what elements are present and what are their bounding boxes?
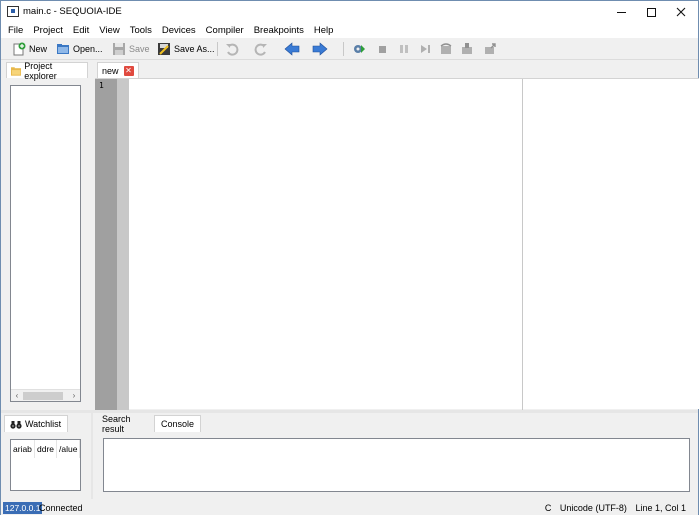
status-right-group: C Unicode (UTF-8) Line 1, Col 1 (539, 502, 686, 514)
toolbar: New Open... Save Save As... (1, 38, 698, 60)
console-output[interactable] (103, 438, 690, 492)
undo-button[interactable] (225, 41, 239, 57)
status-cursor-position: Line 1, Col 1 (635, 503, 686, 513)
title-bar: main.c - SEQUOIA-IDE (1, 1, 698, 23)
watchlist-header: ariab ddre /alue (11, 440, 80, 458)
step-into-icon (462, 43, 472, 54)
menu-project[interactable]: Project (29, 25, 67, 36)
line-number: 1 (99, 81, 104, 90)
tab-console[interactable]: Console (154, 415, 202, 432)
watchlist-table[interactable]: ariab ddre /alue (10, 439, 81, 491)
step-into-button[interactable] (460, 41, 474, 57)
toolbar-separator (343, 42, 344, 56)
status-ip-address: 127.0.0.1 (3, 502, 43, 514)
menu-file[interactable]: File (4, 25, 27, 36)
pause-button[interactable] (397, 41, 411, 57)
maximize-icon (646, 7, 656, 17)
back-button[interactable] (284, 41, 300, 57)
menu-view[interactable]: View (95, 25, 123, 36)
menu-tools[interactable]: Tools (126, 25, 156, 36)
step-over-icon (440, 43, 452, 54)
edge-marker (522, 79, 523, 410)
stop-button[interactable] (375, 41, 389, 57)
step-out-button[interactable] (483, 41, 497, 57)
watch-column-header[interactable]: ddre (35, 440, 57, 458)
watch-column-header[interactable]: ariab (11, 440, 35, 458)
maximize-button[interactable] (635, 1, 667, 23)
arrow-left-icon (284, 42, 300, 56)
step-icon (421, 45, 430, 53)
open-button[interactable]: Open... (56, 41, 103, 57)
build-button[interactable] (352, 41, 366, 57)
status-connection: Connected (39, 503, 83, 513)
new-label: New (29, 44, 48, 54)
scroll-left-icon[interactable]: ‹ (12, 391, 22, 401)
save-icon (113, 43, 125, 55)
ide-window: main.c - SEQUOIA-IDE File Project Edit V… (0, 0, 699, 515)
watchlist-label: Watchlist (25, 419, 62, 429)
project-tree[interactable]: ‹ › (10, 85, 81, 402)
pause-icon (400, 45, 408, 53)
step-out-icon (485, 43, 496, 54)
scroll-right-icon[interactable]: › (69, 391, 79, 401)
project-folder-icon (11, 66, 22, 76)
app-icon (7, 6, 19, 17)
menu-breakpoints[interactable]: Breakpoints (250, 25, 308, 36)
save-label: Save (129, 44, 150, 54)
horizontal-scrollbar[interactable]: ‹ › (11, 389, 80, 401)
menu-compiler[interactable]: Compiler (202, 25, 248, 36)
forward-button[interactable] (312, 41, 328, 57)
open-folder-icon (57, 44, 69, 54)
fold-margin (117, 79, 129, 410)
new-button[interactable]: New (12, 41, 47, 57)
project-explorer-label: Project explorer (24, 60, 57, 81)
status-language: C (544, 503, 552, 513)
close-icon (676, 7, 686, 17)
menu-help[interactable]: Help (310, 25, 338, 36)
build-icon (354, 45, 365, 53)
tab-search-result[interactable]: Search result (96, 414, 137, 434)
save-button[interactable]: Save (112, 41, 150, 57)
watch-column-header[interactable]: /alue (57, 440, 80, 458)
step-over-button[interactable] (439, 41, 453, 57)
line-number-gutter: 1 (95, 79, 117, 410)
close-tab-icon[interactable]: ✕ (123, 66, 134, 76)
code-editor[interactable]: 1 (95, 78, 699, 410)
save-as-label: Save As... (174, 44, 215, 54)
undo-icon (226, 43, 239, 56)
arrow-right-icon (312, 42, 328, 56)
save-as-button[interactable]: Save As... (157, 41, 215, 57)
tab-editor-new[interactable]: new ✕ (97, 62, 139, 79)
redo-icon (254, 43, 267, 56)
tab-watchlist[interactable]: Watchlist (4, 415, 69, 432)
status-encoding: Unicode (UTF-8) (559, 503, 627, 513)
editor-tab-label: new (102, 66, 119, 76)
redo-button[interactable] (254, 41, 268, 57)
project-explorer-tabbar: Project explorer (3, 60, 88, 81)
toolbar-separator (217, 42, 218, 56)
minimize-icon (616, 11, 626, 13)
open-label: Open... (73, 44, 103, 54)
menu-bar: File Project Edit View Tools Devices Com… (1, 23, 698, 38)
window-title: main.c - SEQUOIA-IDE (23, 6, 122, 17)
minimize-button[interactable] (605, 1, 637, 23)
menu-devices[interactable]: Devices (158, 25, 200, 36)
tab-project-explorer[interactable]: Project explorer (6, 60, 88, 81)
menu-edit[interactable]: Edit (69, 25, 93, 36)
stop-icon (379, 46, 386, 53)
status-bar: 127.0.0.1 Connected C Unicode (UTF-8) Li… (1, 500, 698, 515)
new-file-icon (13, 42, 26, 56)
binoculars-icon (10, 420, 22, 429)
save-as-icon (158, 43, 170, 55)
close-button[interactable] (665, 1, 697, 23)
editor-tabbar: new ✕ (94, 61, 698, 79)
scrollbar-thumb[interactable] (23, 392, 63, 400)
vertical-splitter[interactable] (91, 411, 93, 499)
step-button[interactable] (418, 41, 432, 57)
